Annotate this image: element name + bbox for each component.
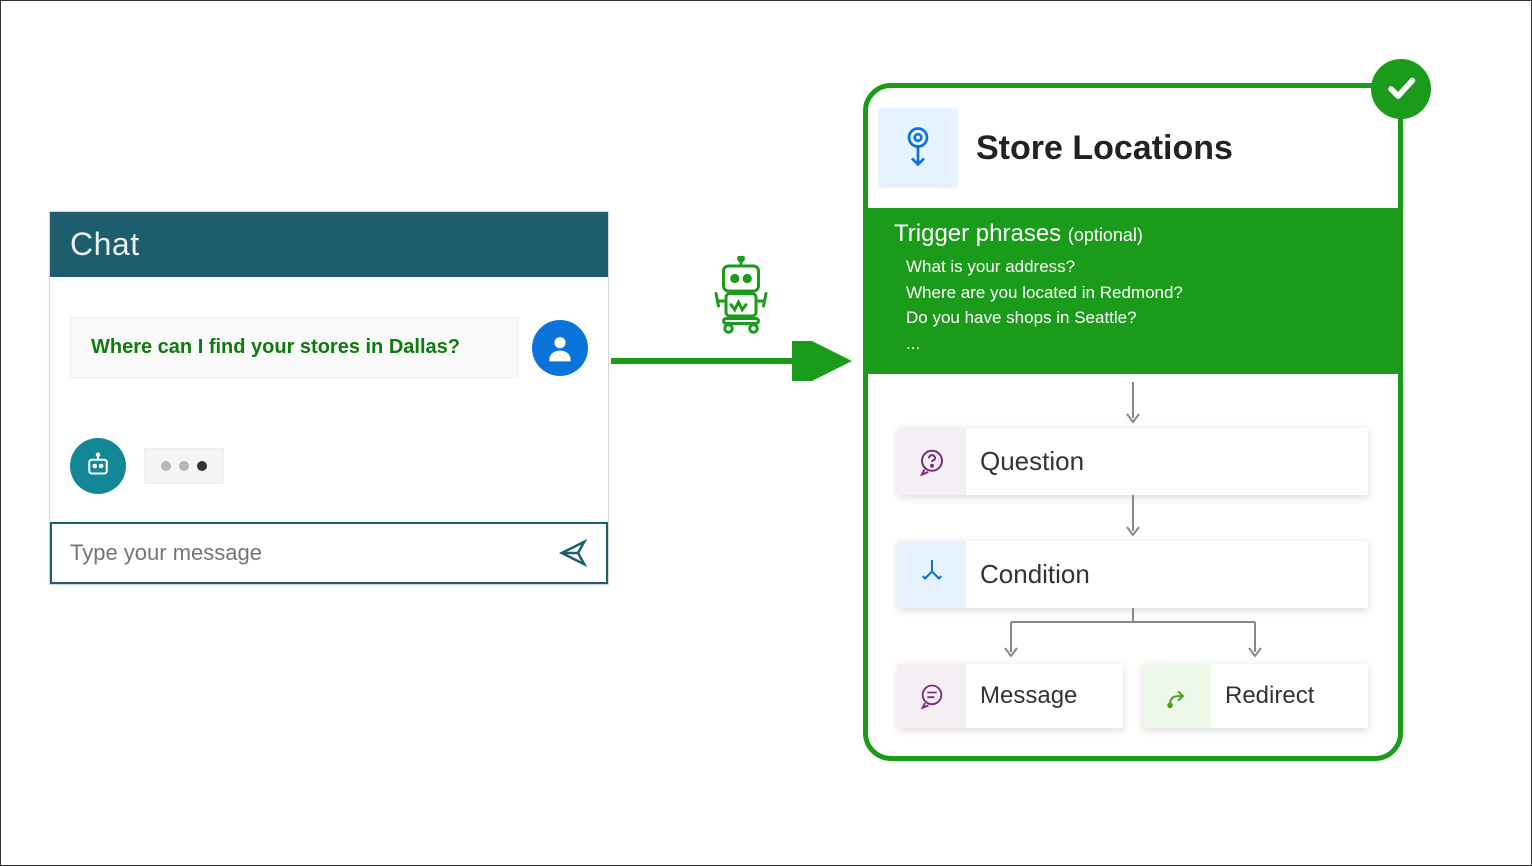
chat-title: Chat xyxy=(50,212,608,277)
question-node[interactable]: Question xyxy=(898,428,1368,495)
trigger-heading: Trigger phrases (optional) xyxy=(894,220,1372,248)
branch-arrows xyxy=(898,608,1368,664)
user-message-row: Where can I find your stores in Dallas? xyxy=(70,317,588,378)
trigger-phrase: What is your address? xyxy=(906,254,1372,280)
trigger-section: Trigger phrases (optional) What is your … xyxy=(868,208,1398,374)
robot-icon xyxy=(701,256,781,336)
flow-nodes: Question Condition Message xyxy=(868,374,1398,728)
condition-icon xyxy=(918,560,946,590)
redirect-label: Redirect xyxy=(1211,664,1368,728)
redirect-icon xyxy=(1163,682,1191,710)
message-icon-cell xyxy=(898,664,966,728)
bot-avatar xyxy=(70,438,126,494)
topic-header: Store Locations xyxy=(868,88,1398,208)
bot-icon xyxy=(83,451,113,481)
trigger-list: What is your address? Where are you loca… xyxy=(906,254,1372,356)
success-badge xyxy=(1371,59,1431,119)
trigger-heading-label: Trigger phrases xyxy=(894,220,1061,247)
condition-node[interactable]: Condition xyxy=(898,541,1368,608)
send-icon xyxy=(558,538,588,568)
condition-label: Condition xyxy=(966,541,1368,608)
question-icon xyxy=(917,447,947,477)
user-icon xyxy=(544,332,576,364)
trigger-optional-label: (optional) xyxy=(1068,225,1143,245)
redirect-node[interactable]: Redirect xyxy=(1143,664,1368,728)
condition-icon-cell xyxy=(898,541,966,608)
question-icon-cell xyxy=(898,428,966,495)
user-message: Where can I find your stores in Dallas? xyxy=(70,317,518,378)
typing-indicator xyxy=(144,448,224,484)
topic-title: Store Locations xyxy=(976,129,1233,168)
trigger-phrase: Where are you located in Redmond? xyxy=(906,280,1372,306)
chat-input[interactable] xyxy=(68,539,556,567)
chat-input-row xyxy=(50,522,608,584)
message-icon xyxy=(918,682,946,710)
topic-flow-panel: Store Locations Trigger phrases (optiona… xyxy=(863,83,1403,761)
branch-row: Message Redirect xyxy=(898,664,1368,728)
check-icon xyxy=(1384,72,1418,106)
message-label: Message xyxy=(966,664,1123,728)
trigger-phrase: Do you have shops in Seattle? xyxy=(906,305,1372,331)
message-node[interactable]: Message xyxy=(898,664,1123,728)
down-arrow-icon xyxy=(1118,495,1148,541)
chat-panel: Chat Where can I find your stores in Dal… xyxy=(49,211,609,585)
flow-arrow xyxy=(611,341,861,381)
user-avatar xyxy=(532,320,588,376)
trigger-icon xyxy=(900,125,936,171)
trigger-icon-box xyxy=(878,108,958,188)
send-button[interactable] xyxy=(556,536,590,570)
redirect-icon-cell xyxy=(1143,664,1211,728)
chat-body: Where can I find your stores in Dallas? xyxy=(50,277,608,522)
trigger-phrase: ... xyxy=(906,331,1372,357)
question-label: Question xyxy=(966,428,1368,495)
bot-message-row xyxy=(70,438,588,494)
down-arrow-icon xyxy=(1118,382,1148,428)
